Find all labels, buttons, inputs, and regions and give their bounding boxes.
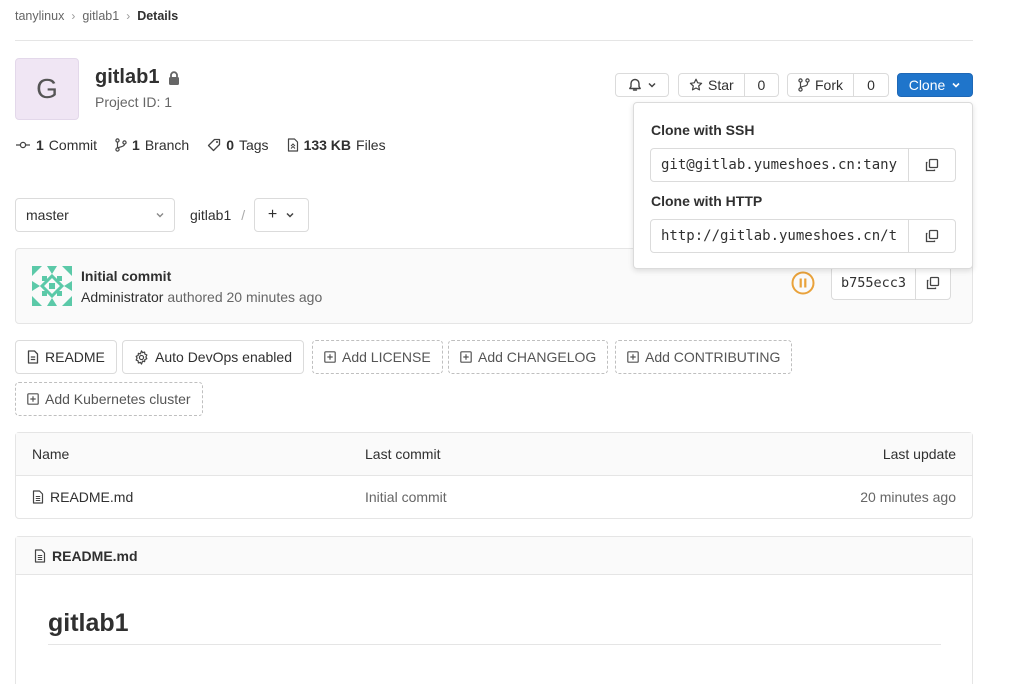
gear-icon [134, 349, 149, 365]
stat-tags[interactable]: 0 Tags [207, 137, 269, 153]
column-last-update: Last update [882, 446, 956, 462]
stat-commits[interactable]: 1 Commit [15, 137, 97, 153]
chevron-down-icon [285, 210, 295, 220]
clone-ssh-label: Clone with SSH [651, 122, 755, 138]
add-changelog-button[interactable]: Add CHANGELOG [448, 340, 609, 374]
table-row[interactable]: README.md Initial commit 20 minutes ago [16, 476, 972, 518]
readme-filename[interactable]: README.md [52, 548, 138, 564]
project-name: gitlab1 [95, 66, 160, 88]
readme-header: README.md [16, 537, 972, 575]
bell-icon [628, 78, 642, 92]
add-to-tree-dropdown[interactable]: + [254, 198, 309, 232]
clone-dropdown: Clone with SSH git@gitlab.yumeshoes.cn:t… [633, 102, 973, 269]
fork-button[interactable]: Fork 0 [787, 73, 889, 97]
table-header: Name Last commit Last update [16, 433, 972, 476]
project-id: Project ID: 1 [95, 94, 173, 110]
file-text-icon [27, 350, 39, 364]
fork-label: Fork [815, 77, 843, 93]
branch-icon [115, 138, 127, 152]
breadcrumb: tanylinux › gitlab1 › Details [15, 9, 178, 23]
clone-label: Clone [908, 77, 946, 93]
add-license-button[interactable]: Add LICENSE [312, 340, 443, 374]
tag-icon [207, 138, 221, 152]
path-separator: / [241, 207, 246, 223]
breadcrumb-project[interactable]: gitlab1 [82, 9, 119, 23]
fork-count[interactable]: 0 [854, 77, 888, 93]
readme-panel: README.md gitlab1 [15, 536, 973, 684]
chevron-right-icon: › [71, 9, 76, 23]
commit-author[interactable]: Administrator [81, 289, 163, 305]
file-name[interactable]: README.md [50, 489, 133, 505]
file-table: Name Last commit Last update README.md I… [15, 432, 973, 519]
project-title: gitlab1 [95, 66, 180, 89]
clone-http-field: http://gitlab.yumeshoes.cn/t [650, 219, 956, 253]
chevron-down-icon [647, 80, 657, 90]
repo-path-root[interactable]: gitlab1 [190, 207, 231, 223]
chevron-down-icon [951, 80, 961, 90]
notification-dropdown[interactable] [615, 73, 669, 97]
file-last-commit[interactable]: Initial commit [365, 476, 447, 518]
commit-sha-group: b755ecc3 [831, 266, 952, 300]
divider [48, 644, 941, 645]
file-icon [32, 490, 44, 504]
breadcrumb-namespace[interactable]: tanylinux [15, 9, 64, 23]
star-count[interactable]: 0 [745, 77, 778, 93]
plus-square-icon [324, 351, 336, 363]
copy-ssh-button[interactable] [908, 149, 955, 181]
clone-button[interactable]: Clone [897, 73, 973, 97]
plus-square-icon [627, 351, 639, 363]
readme-heading: gitlab1 [48, 609, 129, 637]
commit-title[interactable]: Initial commit [81, 268, 171, 284]
copy-icon [925, 158, 939, 172]
plus-square-icon [460, 351, 472, 363]
column-last-commit: Last commit [365, 446, 441, 462]
clone-ssh-input[interactable]: git@gitlab.yumeshoes.cn:tany [651, 149, 908, 181]
project-avatar[interactable]: G [15, 58, 79, 120]
copy-icon [925, 229, 939, 243]
readme-button[interactable]: README [15, 340, 117, 374]
stat-files[interactable]: 133 KB Files [287, 137, 386, 153]
plus-icon: + [267, 206, 278, 223]
copy-http-button[interactable] [908, 220, 955, 252]
repo-path: gitlab1 / [190, 207, 245, 223]
add-contributing-button[interactable]: Add CONTRIBUTING [615, 340, 793, 374]
file-icon [34, 548, 46, 563]
star-icon [689, 78, 703, 92]
plus-square-icon [27, 393, 39, 405]
commit-sha[interactable]: b755ecc3 [832, 267, 917, 299]
lock-icon [168, 70, 180, 85]
clone-ssh-field: git@gitlab.yumeshoes.cn:tany [650, 148, 956, 182]
pipeline-paused-icon[interactable] [791, 271, 815, 295]
file-last-update: 20 minutes ago [860, 489, 956, 505]
clone-http-label: Clone with HTTP [651, 193, 763, 209]
breadcrumb-current[interactable]: Details [137, 9, 178, 23]
star-button[interactable]: Star 0 [678, 73, 779, 97]
column-name: Name [32, 446, 70, 462]
fork-icon [798, 78, 810, 92]
auto-devops-button[interactable]: Auto DevOps enabled [122, 340, 304, 374]
project-stats: 1 Commit 1 Branch 0 Tags 133 KB Files [15, 137, 404, 153]
copy-icon [926, 276, 940, 290]
chevron-down-icon [155, 210, 165, 220]
commit-meta: Administrator authored 20 minutes ago [81, 289, 322, 305]
divider [15, 40, 973, 41]
clone-http-input[interactable]: http://gitlab.yumeshoes.cn/t [651, 220, 908, 252]
file-icon [287, 138, 299, 152]
user-avatar-identicon[interactable] [32, 266, 72, 306]
commit-icon [15, 139, 31, 151]
stat-branches[interactable]: 1 Branch [115, 137, 189, 153]
add-kubernetes-button[interactable]: Add Kubernetes cluster [15, 382, 203, 416]
branch-name: master [26, 207, 69, 223]
star-label: Star [708, 77, 734, 93]
chevron-right-icon: › [126, 9, 131, 23]
branch-selector[interactable]: master [15, 198, 175, 232]
file-name-cell[interactable]: README.md [32, 476, 133, 518]
commit-time: authored 20 minutes ago [167, 289, 323, 305]
copy-sha-button[interactable] [916, 267, 950, 299]
